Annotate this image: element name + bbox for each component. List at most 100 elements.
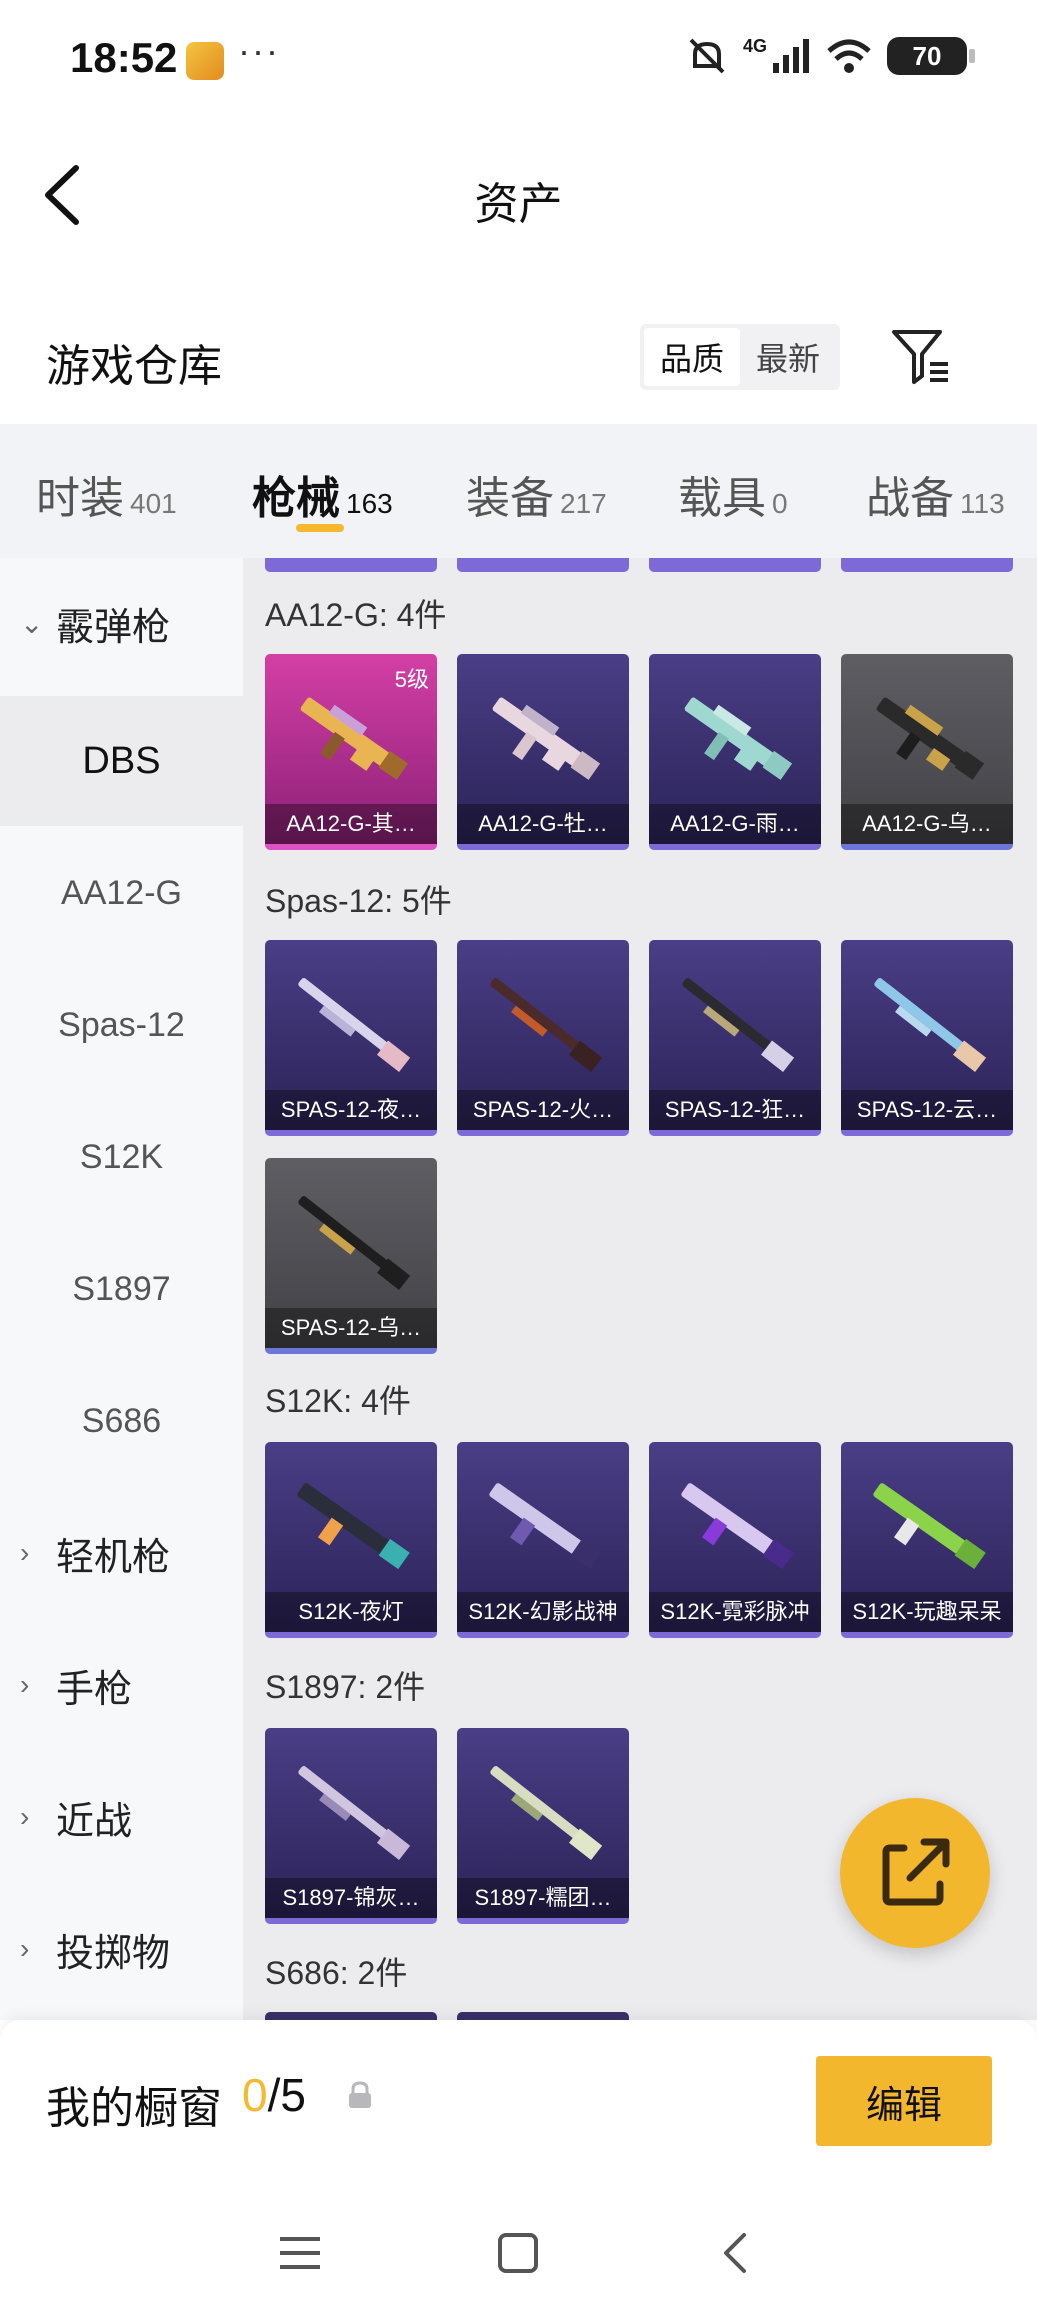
weapon-card[interactable]: S12K-霓彩脉冲: [649, 1442, 821, 1638]
weapon-card[interactable]: S1897-锦灰…: [265, 1728, 437, 1924]
sidebar-group-label: 手枪: [56, 1668, 133, 1711]
tab-firearms[interactable]: 枪械 163: [252, 462, 393, 526]
chevron-right-icon: ›: [20, 1669, 30, 1700]
section-title-s12k: S12K: 4件: [265, 1383, 411, 1419]
page-root: 18:52 ··· 4G 70 资产 游戏仓库 品质 最新 时装 401 枪械: [0, 0, 1037, 2305]
card-stub: [457, 2012, 629, 2020]
weapon-card-label: AA12-G-牡…: [457, 804, 629, 844]
sidebar-item-spas12[interactable]: Spas-12: [0, 960, 243, 1090]
sort-toggle: 品质 最新: [640, 324, 840, 390]
sidebar-item-s12k[interactable]: S12K: [0, 1092, 243, 1222]
filter-icon[interactable]: [888, 324, 954, 390]
category-tabs: 时装 401 枪械 163 装备 217 载具 0 战备 113: [0, 424, 1037, 558]
weapon-card-label: S12K-夜灯: [265, 1592, 437, 1632]
tab-count: 113: [960, 488, 1005, 519]
tab-label: 战备: [866, 474, 954, 523]
weapon-card[interactable]: S1897-糯团…: [457, 1728, 629, 1924]
sidebar-group-label: 轻机枪: [56, 1536, 171, 1579]
wifi-icon: [827, 39, 871, 73]
more-notifications-icon: ···: [238, 30, 280, 71]
weapon-card-label: SPAS-12-火…: [457, 1090, 629, 1130]
card-stub: [841, 558, 1013, 572]
share-button[interactable]: [840, 1798, 990, 1948]
status-icons: 4G 70: [685, 36, 975, 76]
edit-button[interactable]: 编辑: [816, 2056, 992, 2146]
sidebar-group-label: 近战: [56, 1800, 133, 1843]
sidebar-group-melee[interactable]: › 近战: [0, 1752, 243, 1882]
showcase-total: /5: [267, 2069, 306, 2121]
shotgun-icon: [298, 978, 411, 1072]
tab-label: 枪械: [252, 474, 340, 523]
status-time: 18:52: [70, 34, 178, 81]
network-type-label: 4G: [742, 36, 767, 56]
repository-title: 游戏仓库: [46, 342, 222, 391]
weapon-card-label: S12K-霓彩脉冲: [649, 1592, 821, 1632]
sidebar-group-throwable[interactable]: › 投掷物: [0, 1884, 243, 2014]
card-stub: [265, 2012, 437, 2020]
nav-back-icon[interactable]: [706, 2223, 766, 2283]
rifle-shotgun-icon: [489, 1483, 602, 1570]
weapon-card[interactable]: SPAS-12-火…: [457, 940, 629, 1136]
weapon-card-label: S1897-锦灰…: [265, 1878, 437, 1918]
tab-vehicles[interactable]: 载具 0: [678, 462, 788, 526]
repository-row: 游戏仓库 品质 最新: [0, 300, 1037, 420]
section-title-spas12: Spas-12: 5件: [265, 883, 452, 919]
chevron-right-icon: ›: [20, 1801, 30, 1832]
sidebar-item-aa12g[interactable]: AA12-G: [0, 828, 243, 958]
sort-newest-button[interactable]: 最新: [740, 328, 836, 386]
rifle-shotgun-icon: [297, 1483, 410, 1570]
weapon-card[interactable]: S12K-幻影战神: [457, 1442, 629, 1638]
home-icon[interactable]: [488, 2223, 548, 2283]
section-title-aa12g: AA12-G: 4件: [265, 597, 447, 633]
chevron-right-icon: ›: [20, 1933, 30, 1964]
tab-label: 装备: [466, 474, 554, 523]
sidebar-group-shotgun[interactable]: ⌄ 霰弹枪: [0, 558, 243, 688]
signal-icon: [773, 39, 809, 73]
weapon-card[interactable]: SPAS-12-狂…: [649, 940, 821, 1136]
card-stub: [457, 558, 629, 572]
weapon-card[interactable]: AA12-G-雨…: [649, 654, 821, 850]
sidebar-group-label: 霰弹枪: [56, 606, 171, 649]
weapon-card[interactable]: SPAS-12-云…: [841, 940, 1013, 1136]
weapon-card[interactable]: S12K-玩趣呆呆: [841, 1442, 1013, 1638]
weapon-card[interactable]: S12K-夜灯: [265, 1442, 437, 1638]
sidebar-item-dbs[interactable]: DBS: [0, 696, 243, 826]
weapon-card[interactable]: SPAS-12-乌…: [265, 1158, 437, 1354]
shotgun-icon: [300, 697, 409, 780]
weapon-card[interactable]: AA12-G-乌…: [841, 654, 1013, 850]
sort-quality-button[interactable]: 品质: [644, 328, 740, 386]
sidebar-group-pistol[interactable]: › 手枪: [0, 1620, 243, 1750]
app-notification-icon: [186, 42, 224, 80]
my-showcase-bar: 我的橱窗 0/5 编辑: [0, 2020, 1037, 2195]
shotgun-icon: [490, 978, 603, 1072]
sidebar-group-lmg[interactable]: › 轻机枪: [0, 1488, 243, 1618]
weapon-card-label: SPAS-12-狂…: [649, 1090, 821, 1130]
weapon-card-label: S1897-糯团…: [457, 1878, 629, 1918]
battery-icon: 70: [887, 37, 975, 75]
weapon-card[interactable]: AA12-G-牡…: [457, 654, 629, 850]
weapon-card-label: AA12-G-雨…: [649, 804, 821, 844]
shotgun-icon: [490, 1766, 603, 1860]
sidebar-group-label: 投掷物: [56, 1932, 171, 1975]
lock-icon: [349, 2081, 371, 2108]
system-navigation-bar: [0, 2195, 1037, 2305]
tab-fashion[interactable]: 时装 401: [36, 462, 177, 526]
weapon-card-label: S12K-玩趣呆呆: [841, 1592, 1013, 1632]
tab-count: 217: [560, 488, 607, 519]
weapon-card-label: S12K-幻影战神: [457, 1592, 629, 1632]
level-badge: 5级: [394, 667, 429, 692]
section-title-s686: S686: 2件: [265, 1955, 408, 1991]
shotgun-icon: [298, 1196, 411, 1290]
weapon-card[interactable]: SPAS-12-夜…: [265, 940, 437, 1136]
weapon-card[interactable]: 5级 AA12-G-其…: [265, 654, 437, 850]
tab-supplies[interactable]: 战备 113: [866, 462, 1005, 526]
sidebar-item-s686[interactable]: S686: [0, 1356, 243, 1486]
header: 资产: [0, 120, 1037, 270]
sidebar-item-s1897[interactable]: S1897: [0, 1224, 243, 1354]
card-stub: [649, 558, 821, 572]
tab-equipment[interactable]: 装备 217: [466, 462, 607, 526]
weapon-card-label: SPAS-12-乌…: [265, 1308, 437, 1348]
menu-icon[interactable]: [270, 2223, 330, 2283]
active-tab-indicator: [296, 524, 344, 532]
weapon-card-label: AA12-G-其…: [265, 804, 437, 844]
